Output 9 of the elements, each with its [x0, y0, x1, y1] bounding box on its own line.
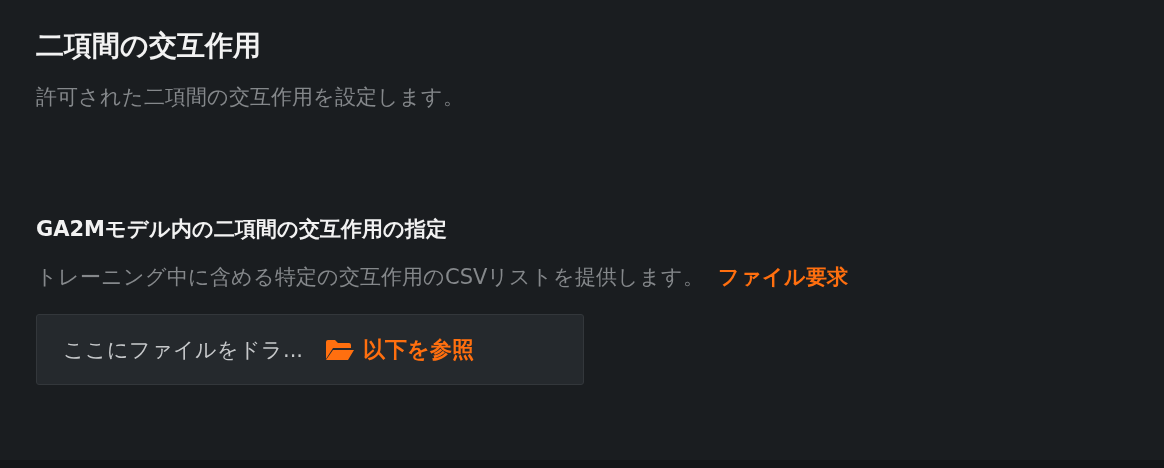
- file-dropzone[interactable]: ここにファイルをドラ... 以下を参照: [36, 314, 584, 385]
- folder-icon: [325, 338, 356, 361]
- section-title: GA2Mモデル内の二項間の交互作用の指定: [36, 216, 447, 243]
- section-description: トレーニング中に含める特定の交互作用のCSVリストを提供します。: [36, 264, 705, 291]
- page-subtitle: 許可された二項間の交互作用を設定します。: [36, 84, 464, 111]
- page-title: 二項間の交互作用: [36, 28, 261, 64]
- browse-button[interactable]: 以下を参照: [325, 334, 475, 365]
- request-file-link[interactable]: ファイル要求: [718, 262, 849, 292]
- dropzone-placeholder: ここにファイルをドラ...: [63, 336, 304, 364]
